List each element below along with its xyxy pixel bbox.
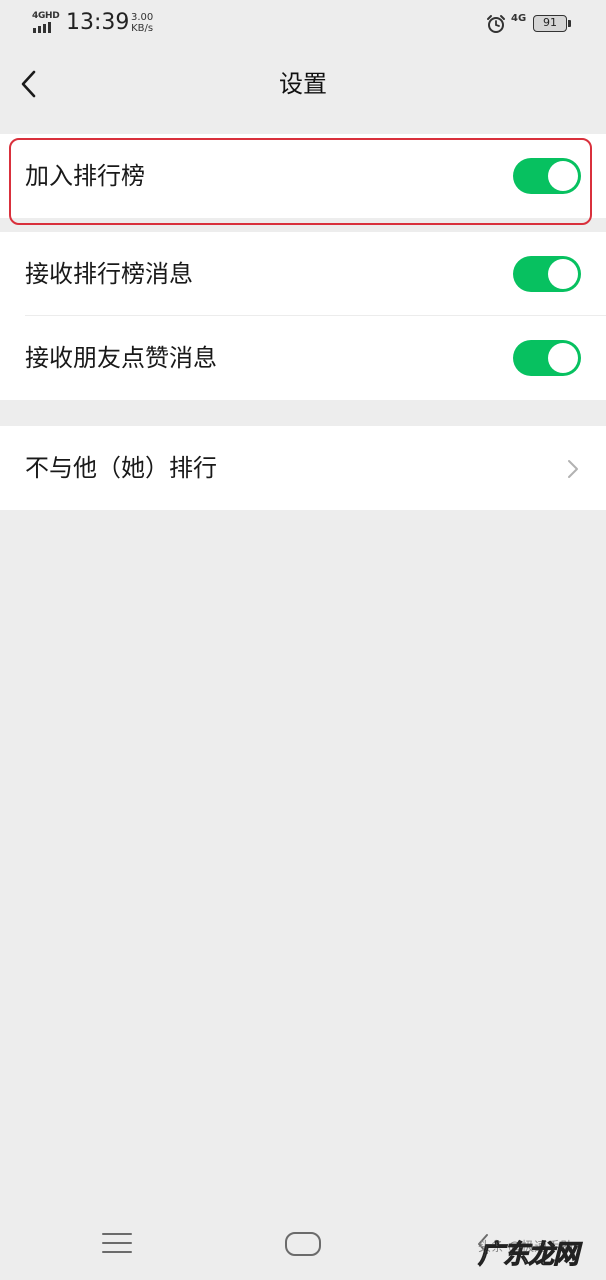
- status-time: 13:39: [66, 10, 130, 35]
- toggle-knob: [548, 343, 578, 373]
- signal-icon: 4GHD: [32, 11, 60, 33]
- mobile-data-label: 4G: [511, 13, 527, 24]
- home-button[interactable]: [285, 1232, 321, 1256]
- chevron-right-icon: [568, 460, 578, 478]
- exclude-ranking-label: 不与他（她）排行: [25, 454, 217, 482]
- alarm-icon: [486, 14, 506, 34]
- watermark-logo: 广东龙网: [477, 1240, 579, 1271]
- chevron-left-icon: [21, 70, 36, 98]
- back-button[interactable]: [10, 64, 50, 104]
- join-leaderboard-toggle[interactable]: [513, 158, 581, 194]
- network-speed-value: 3.00: [131, 12, 154, 23]
- network-speed-unit: KB/s: [131, 23, 154, 34]
- exclude-ranking-row[interactable]: 不与他（她）排行: [0, 426, 606, 510]
- settings-group-privacy: 不与他（她）排行: [0, 426, 606, 510]
- settings-group-leaderboard: 加入排行榜: [0, 134, 606, 218]
- page-title: 设置: [279, 70, 327, 98]
- battery-icon: 91: [533, 15, 571, 32]
- status-bar: 4GHD 13:39 3.00 KB/s 4G 91: [0, 0, 606, 48]
- receive-like-messages-row: 接收朋友点赞消息: [0, 316, 606, 400]
- receive-leaderboard-messages-toggle[interactable]: [513, 256, 581, 292]
- menu-icon[interactable]: [102, 1233, 134, 1255]
- network-speed: 3.00 KB/s: [131, 12, 153, 34]
- battery-level: 91: [533, 15, 567, 32]
- join-leaderboard-label: 加入排行榜: [25, 162, 145, 190]
- toggle-knob: [548, 161, 578, 191]
- settings-group-messages: 接收排行榜消息 接收朋友点赞消息: [0, 232, 606, 400]
- receive-like-messages-label: 接收朋友点赞消息: [25, 344, 217, 372]
- join-leaderboard-row: 加入排行榜: [0, 134, 606, 218]
- toggle-knob: [548, 259, 578, 289]
- receive-like-messages-toggle[interactable]: [513, 340, 581, 376]
- receive-leaderboard-messages-label: 接收排行榜消息: [25, 260, 193, 288]
- nav-bar: 设置: [0, 48, 606, 120]
- network-type-label: 4GHD: [32, 11, 60, 21]
- receive-leaderboard-messages-row: 接收排行榜消息: [0, 232, 606, 316]
